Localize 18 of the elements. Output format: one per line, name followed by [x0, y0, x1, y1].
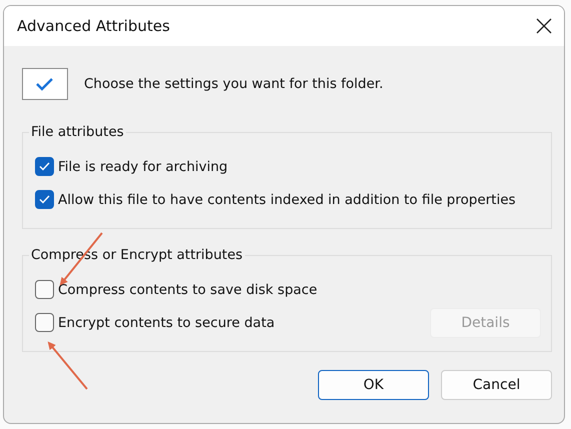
- ok-button[interactable]: OK: [318, 370, 429, 400]
- checkmark-icon: [22, 68, 68, 100]
- checkbox[interactable]: [35, 280, 54, 299]
- checkbox[interactable]: [35, 313, 54, 332]
- checkbox-label[interactable]: Compress contents to save disk space: [58, 282, 318, 298]
- checkbox-label[interactable]: Allow this file to have contents indexed in addition to file properties: [58, 192, 516, 208]
- annotation-arrow: [48, 341, 88, 390]
- intro-text: Choose the settings you want for this folder.: [84, 76, 384, 92]
- checkbox[interactable]: [35, 157, 54, 176]
- window-title: Advanced Attributes: [17, 17, 170, 35]
- group-label: File attributes: [30, 124, 125, 140]
- close-icon[interactable]: [534, 16, 554, 36]
- checkbox[interactable]: [35, 190, 54, 209]
- cancel-button[interactable]: Cancel: [441, 370, 552, 400]
- checkbox-label[interactable]: File is ready for archiving: [58, 158, 228, 174]
- check-icon: [39, 162, 50, 171]
- checkbox-label[interactable]: Encrypt contents to secure data: [58, 314, 275, 330]
- check-icon: [39, 195, 50, 204]
